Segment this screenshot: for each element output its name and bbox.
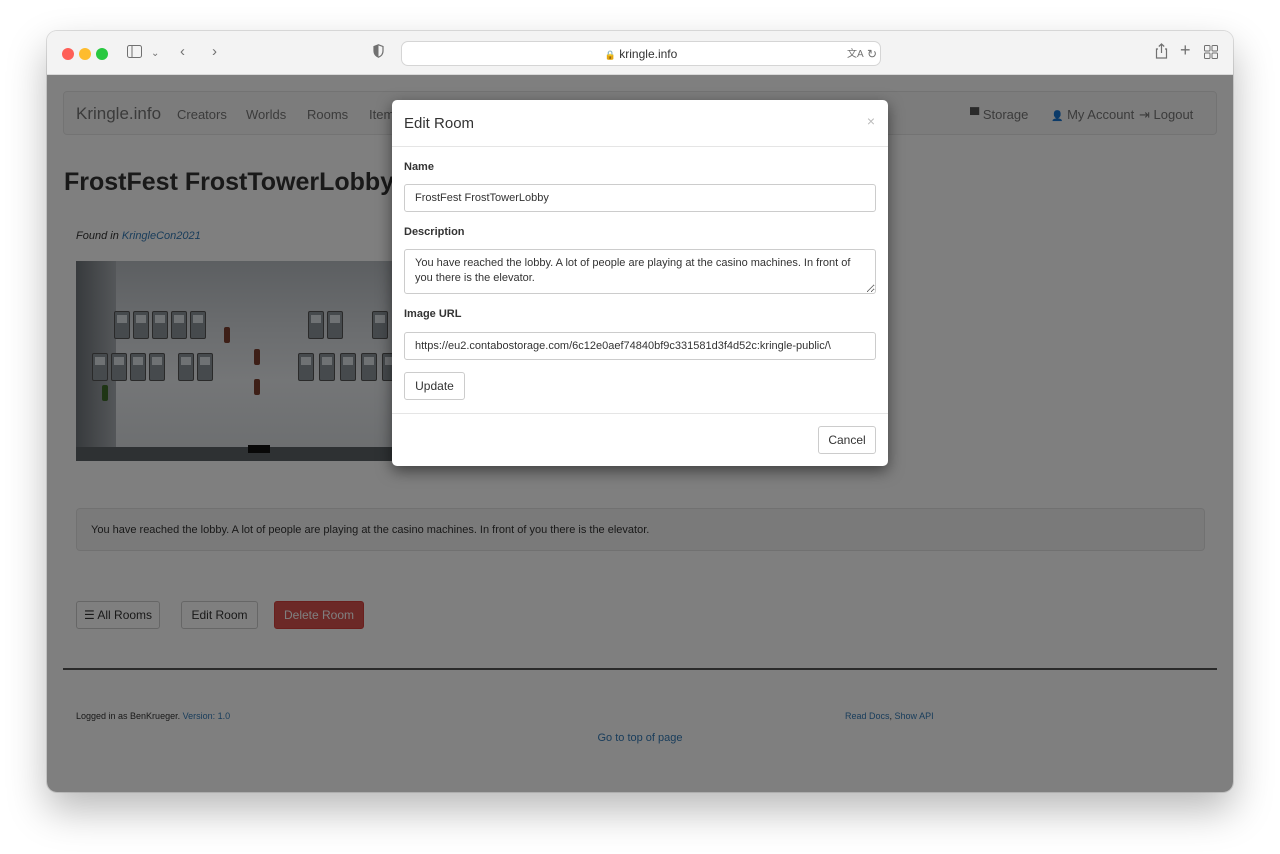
description-label: Description: [404, 226, 465, 238]
close-icon[interactable]: ×: [867, 113, 875, 129]
url-text: 🔒 kringle.info: [604, 47, 678, 61]
reload-icon[interactable]: ↻: [867, 46, 877, 62]
forward-icon[interactable]: ›: [212, 44, 217, 60]
chevron-down-icon[interactable]: ⌄: [151, 46, 159, 62]
close-window-button[interactable]: [62, 48, 74, 60]
address-bar[interactable]: 🔒 kringle.info 文A ↻: [401, 41, 881, 66]
new-tab-icon[interactable]: +: [1180, 41, 1191, 59]
share-icon[interactable]: [1155, 43, 1168, 63]
shield-icon[interactable]: [373, 44, 384, 62]
browser-window: ⌄ ‹ › 🔒 kringle.info 文A ↻ + Kringle.info…: [47, 31, 1233, 792]
edit-room-modal: Edit Room × Name Description You have re…: [392, 100, 888, 466]
image-url-field[interactable]: [404, 332, 876, 360]
modal-header: Edit Room ×: [392, 100, 888, 147]
name-label: Name: [404, 161, 434, 173]
modal-title: Edit Room: [404, 115, 475, 132]
modal-footer: Cancel: [392, 413, 888, 466]
update-button[interactable]: Update: [404, 372, 465, 400]
name-field[interactable]: [404, 184, 876, 212]
lock-icon: 🔒: [604, 50, 616, 60]
back-icon[interactable]: ‹: [180, 44, 185, 60]
tab-overview-icon[interactable]: [1204, 45, 1218, 63]
description-field[interactable]: You have reached the lobby. A lot of peo…: [404, 249, 876, 294]
image-url-label: Image URL: [404, 308, 462, 320]
browser-toolbar: ⌄ ‹ › 🔒 kringle.info 文A ↻ +: [47, 31, 1233, 75]
translate-icon[interactable]: 文A: [847, 47, 864, 63]
zoom-window-button[interactable]: [96, 48, 108, 60]
minimize-window-button[interactable]: [79, 48, 91, 60]
sidebar-icon[interactable]: [127, 45, 142, 62]
cancel-button[interactable]: Cancel: [818, 426, 876, 454]
